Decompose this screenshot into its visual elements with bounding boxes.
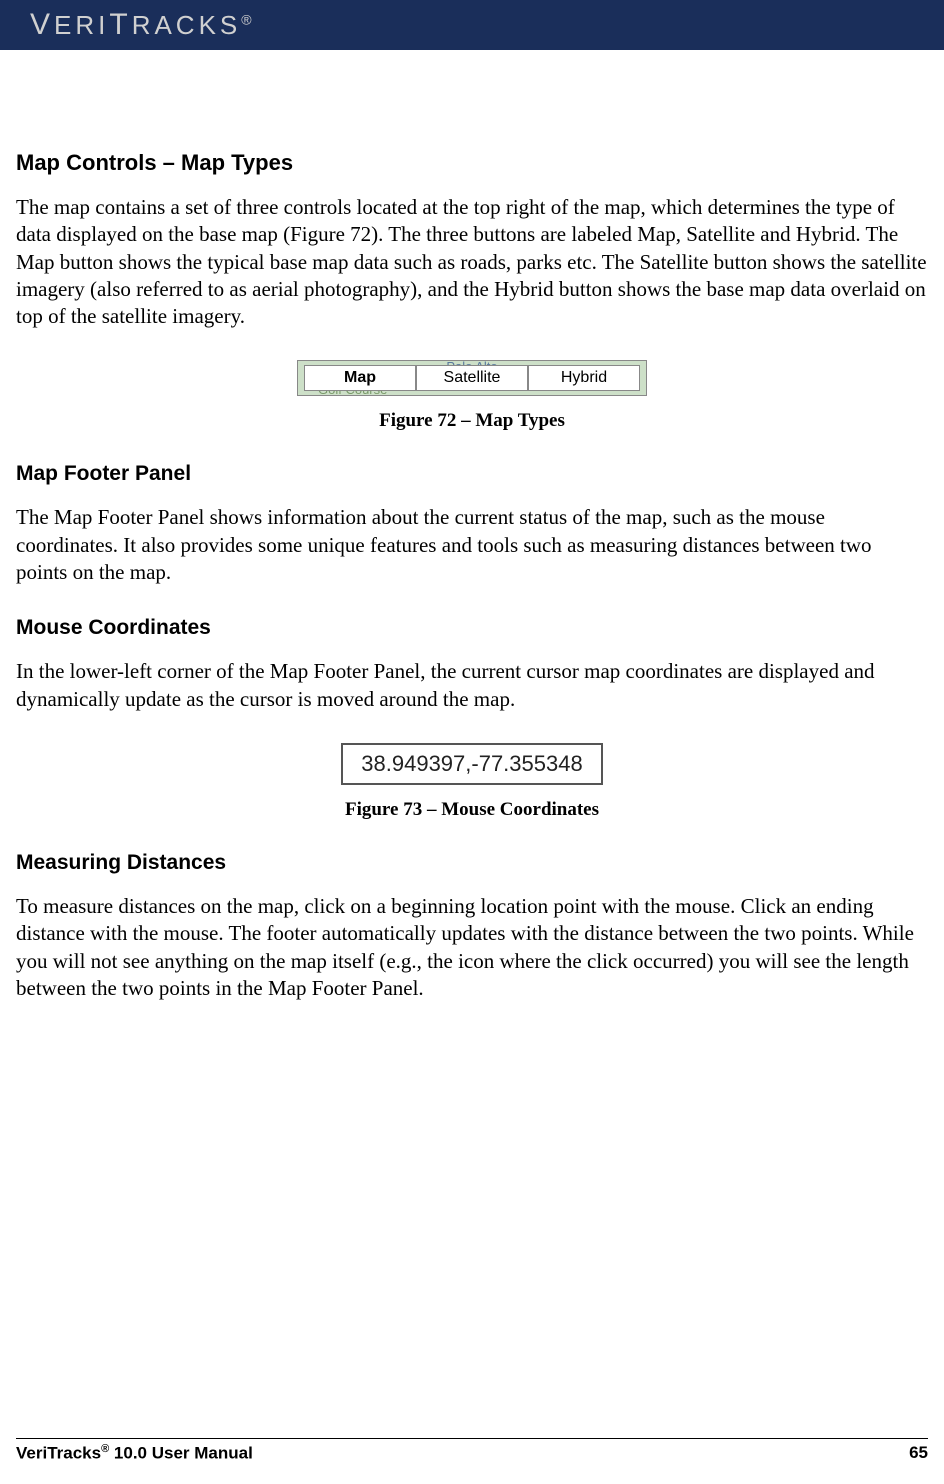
body-map-footer: The Map Footer Panel shows information a…: [16, 504, 928, 586]
map-type-map-button[interactable]: Map: [304, 365, 416, 391]
mouse-coordinates-display: 38.949397,-77.355348: [341, 743, 602, 785]
heading-map-controls: Map Controls – Map Types: [16, 150, 928, 176]
figure-72-caption: Figure 72 – Map Types: [16, 410, 928, 432]
logo: VERITRACKS®: [30, 8, 252, 42]
page-footer: VeriTracks® 10.0 User Manual 65: [16, 1438, 928, 1464]
heading-mouse-coordinates: Mouse Coordinates: [16, 616, 928, 640]
figure-73-caption: Figure 73 – Mouse Coordinates: [16, 799, 928, 821]
map-type-satellite-button[interactable]: Satellite: [416, 365, 528, 391]
footer-title: VeriTracks® 10.0 User Manual: [16, 1443, 253, 1464]
map-type-hybrid-button[interactable]: Hybrid: [528, 365, 640, 391]
page-content: Map Controls – Map Types The map contain…: [0, 50, 944, 1002]
map-types-widget: Palo Alto Golf Course Map Satellite Hybr…: [297, 360, 647, 396]
heading-measuring-distances: Measuring Distances: [16, 851, 928, 875]
body-measuring-distances: To measure distances on the map, click o…: [16, 893, 928, 1002]
heading-map-footer: Map Footer Panel: [16, 462, 928, 486]
page-number: 65: [909, 1443, 928, 1464]
map-type-buttons: Map Satellite Hybrid: [304, 365, 640, 391]
body-map-controls: The map contains a set of three controls…: [16, 194, 928, 330]
figure-73: 38.949397,-77.355348: [16, 743, 928, 785]
app-header: VERITRACKS®: [0, 0, 944, 50]
body-mouse-coordinates: In the lower-left corner of the Map Foot…: [16, 658, 928, 713]
figure-72: Palo Alto Golf Course Map Satellite Hybr…: [16, 360, 928, 396]
